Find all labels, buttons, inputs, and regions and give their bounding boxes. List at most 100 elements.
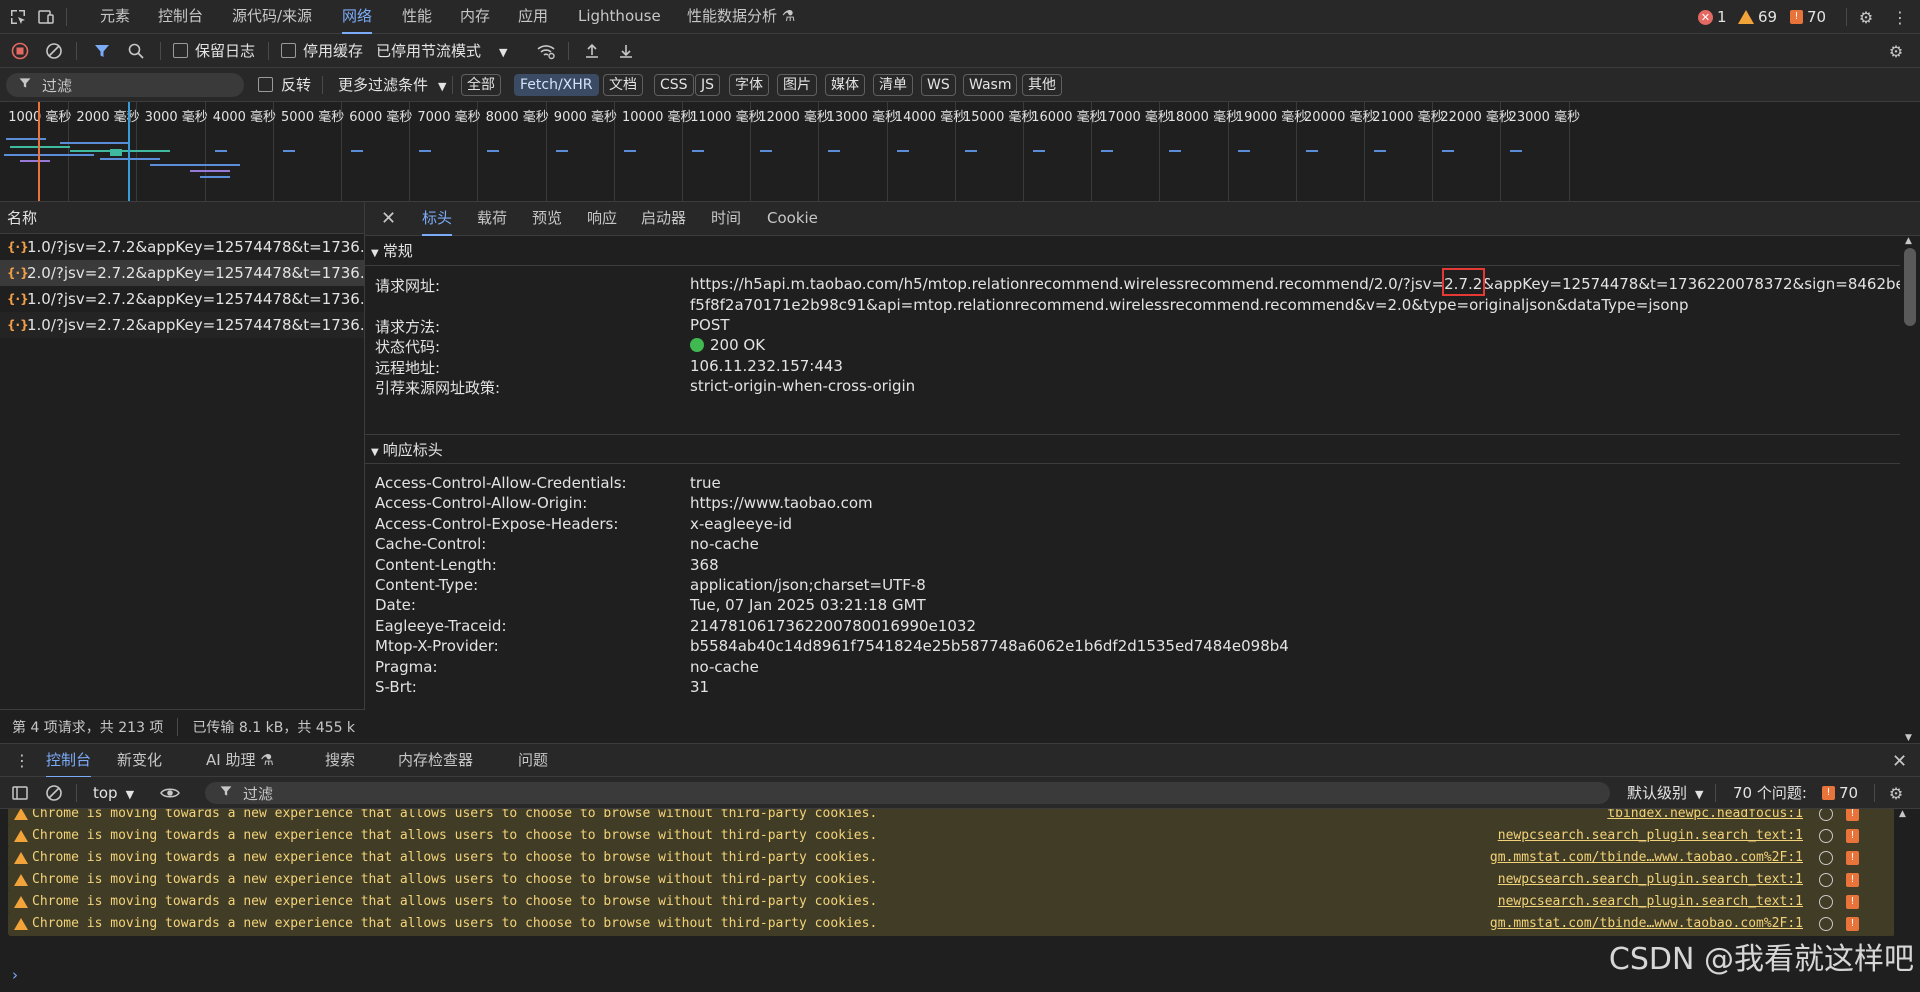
issue-flag-icon[interactable]: ! <box>1846 872 1859 887</box>
globe-icon[interactable] <box>1819 916 1833 931</box>
tab-elements[interactable]: 元素 <box>100 0 130 34</box>
network-settings-gear-icon[interactable]: ⚙ <box>1886 41 1906 61</box>
issue-flag-icon[interactable]: ! <box>1846 828 1859 843</box>
export-har-download-icon[interactable] <box>616 41 636 61</box>
general-section-header[interactable]: ▼ 常规 <box>365 236 1900 266</box>
tab-performance-insights[interactable]: 性能数据分析 ⚗ <box>687 0 795 34</box>
tab-network[interactable]: 网络 <box>342 0 373 34</box>
tab-payload[interactable]: 载荷 <box>477 202 507 236</box>
invert-checkbox[interactable] <box>258 77 273 92</box>
globe-icon[interactable] <box>1819 809 1833 821</box>
tab-application[interactable]: 应用 <box>518 0 548 34</box>
tab-performance[interactable]: 性能 <box>402 0 432 34</box>
tab-sources[interactable]: 源代码/来源 <box>232 0 312 34</box>
request-row-selected[interactable]: {·} 2.0/?jsv=2.7.2&appKey=12574478&t=1736… <box>0 260 364 286</box>
globe-icon[interactable] <box>1819 850 1833 865</box>
error-count-badge[interactable]: ✕ 1 <box>1698 0 1727 34</box>
type-filter-ws[interactable]: WS <box>921 74 956 96</box>
clear-icon[interactable] <box>44 41 64 61</box>
clear-console-icon[interactable] <box>44 783 64 803</box>
type-filter-doc[interactable]: 文档 <box>603 74 643 96</box>
issue-flag-icon[interactable]: ! <box>1846 916 1859 931</box>
live-expression-eye-icon[interactable] <box>160 783 180 803</box>
scroll-down-arrow-icon[interactable]: ▼ <box>1905 733 1912 743</box>
tab-console[interactable]: 控制台 <box>158 0 203 34</box>
drawer-tab-search[interactable]: 搜索 <box>325 744 355 778</box>
log-level-dropdown[interactable]: 默认级别 ▼ <box>1627 777 1703 809</box>
tab-preview[interactable]: 预览 <box>532 202 562 236</box>
tab-lighthouse[interactable]: Lighthouse <box>578 0 661 34</box>
type-filter-css[interactable]: CSS <box>654 74 694 96</box>
console-warning-message[interactable]: Chrome is moving towards a new experienc… <box>8 911 1895 936</box>
tab-memory[interactable]: 内存 <box>460 0 490 34</box>
globe-icon[interactable] <box>1819 828 1833 843</box>
network-overview-timeline[interactable]: 1000 毫秒 2000 毫秒 3000 毫秒 4000 毫秒 5000 毫秒 6000 … <box>0 102 1920 202</box>
drawer-tab-console[interactable]: 控制台 <box>46 744 92 778</box>
stop-recording-icon[interactable] <box>10 41 30 61</box>
settings-gear-icon[interactable]: ⚙ <box>1856 7 1876 27</box>
message-source-link[interactable]: gm.mmstat.com/tbinde…www.taobao.com%2F:1 <box>1490 916 1803 931</box>
console-issues-button[interactable]: ! 70 <box>1822 777 1858 809</box>
device-toolbar-icon[interactable] <box>36 7 56 27</box>
message-source-link[interactable]: tbindex.newpc.headfocus:1 <box>1607 809 1803 821</box>
type-filter-fetch-xhr[interactable]: Fetch/XHR <box>514 74 599 96</box>
message-source-link[interactable]: newpcsearch.search_plugin.search_text:1 <box>1498 828 1803 843</box>
warning-icon <box>14 851 28 864</box>
drawer-tab-issues[interactable]: 问题 <box>518 744 548 778</box>
search-icon[interactable] <box>126 41 146 61</box>
response-headers-section-header[interactable]: ▼ 响应标头 <box>365 434 1900 464</box>
issue-flag-icon[interactable]: ! <box>1846 809 1859 821</box>
drawer-menu-icon[interactable]: ⋮ <box>14 751 30 770</box>
throttling-select[interactable]: 已停用节流模式 ▼ <box>376 34 507 68</box>
message-source-link[interactable]: newpcsearch.search_plugin.search_text:1 <box>1498 894 1803 909</box>
preserve-log-checkbox[interactable] <box>173 43 188 58</box>
network-conditions-wifi-icon[interactable] <box>536 41 556 61</box>
issues-count-badge[interactable]: ! 70 <box>1790 0 1826 34</box>
request-row[interactable]: {·} 1.0/?jsv=2.7.2&appKey=12574478&t=1736… <box>0 286 364 312</box>
drawer-tab-whats-new[interactable]: 新变化 <box>117 744 162 778</box>
tab-cookies[interactable]: Cookie <box>767 202 818 236</box>
disable-cache-checkbox[interactable] <box>281 43 296 58</box>
more-filters-dropdown[interactable]: 更多过滤条件 ▼ <box>338 68 446 102</box>
type-filter-other[interactable]: 其他 <box>1022 74 1062 96</box>
drawer-tab-ai-assistant[interactable]: AI 助理 ⚗ <box>206 744 274 778</box>
scrollbar-thumb[interactable] <box>1904 248 1916 326</box>
detail-scrollbar[interactable]: ▲ ▼ <box>1900 236 1920 743</box>
request-row[interactable]: {·} 1.0/?jsv=2.7.2&appKey=12574478&t=1736… <box>0 312 364 338</box>
console-filter-input[interactable]: 过滤 <box>205 782 1610 804</box>
warning-count-badge[interactable]: 69 <box>1738 0 1777 34</box>
issue-flag-icon[interactable]: ! <box>1846 894 1859 909</box>
scroll-up-arrow-icon[interactable]: ▲ <box>1899 809 1906 819</box>
request-row[interactable]: {·} 1.0/?jsv=2.7.2&appKey=12574478&t=1736… <box>0 234 364 260</box>
more-options-icon[interactable]: ⋮ <box>1890 7 1910 27</box>
type-filter-media[interactable]: 媒体 <box>825 74 865 96</box>
issue-flag-icon[interactable]: ! <box>1846 850 1859 865</box>
sidebar-toggle-icon[interactable] <box>10 783 30 803</box>
type-filter-all[interactable]: 全部 <box>461 74 501 96</box>
close-drawer-icon[interactable]: ✕ <box>1892 751 1907 772</box>
tab-initiator[interactable]: 启动器 <box>641 202 686 236</box>
tab-response[interactable]: 响应 <box>587 202 617 236</box>
console-settings-gear-icon[interactable]: ⚙ <box>1886 783 1906 803</box>
globe-icon[interactable] <box>1819 894 1833 909</box>
globe-icon[interactable] <box>1819 872 1833 887</box>
inspect-element-icon[interactable] <box>8 7 28 27</box>
message-source-link[interactable]: gm.mmstat.com/tbinde…www.taobao.com%2F:1 <box>1490 850 1803 865</box>
type-filter-wasm[interactable]: Wasm <box>963 74 1018 96</box>
type-filter-manifest[interactable]: 清单 <box>873 74 913 96</box>
filter-funnel-icon[interactable] <box>92 41 112 61</box>
import-har-upload-icon[interactable] <box>582 41 602 61</box>
scroll-up-arrow-icon[interactable]: ▲ <box>1905 236 1912 246</box>
type-filter-img[interactable]: 图片 <box>777 74 817 96</box>
tab-headers[interactable]: 标头 <box>422 202 453 236</box>
type-filter-js[interactable]: JS <box>695 74 721 96</box>
drawer-tab-memory-inspector[interactable]: 内存检查器 <box>398 744 473 778</box>
message-source-link[interactable]: newpcsearch.search_plugin.search_text:1 <box>1498 872 1803 887</box>
console-prompt-caret-icon[interactable]: › <box>12 966 18 984</box>
filter-input[interactable]: 过滤 <box>6 73 244 97</box>
type-filter-font[interactable]: 字体 <box>729 74 769 96</box>
context-selector[interactable]: top ▼ <box>93 777 134 809</box>
close-icon[interactable]: ✕ <box>381 208 396 229</box>
tab-timing[interactable]: 时间 <box>711 202 741 236</box>
name-column-header[interactable]: 名称 <box>0 202 364 234</box>
